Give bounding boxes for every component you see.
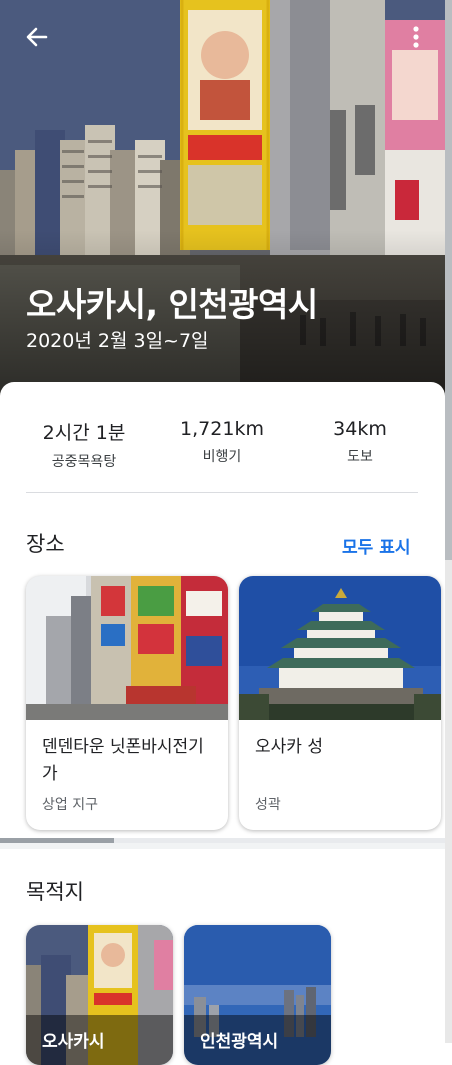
arrow-back-icon [26,27,48,47]
stat-value: 2시간 1분 [42,422,126,444]
more-vert-icon [413,26,419,48]
stat-value: 34km [333,418,387,440]
destination-name: 오사카시 [42,1032,105,1052]
trip-dates: 2020년 2월 3일~7일 [26,330,209,352]
stat-value: 1,721km [180,418,264,440]
destination-card[interactable]: 인천광역시 [184,925,331,1065]
section-separator [0,843,445,849]
page-scrollbar-thumb[interactable] [445,0,452,560]
stat-label: 비행기 [202,449,242,465]
place-card[interactable]: 오사카 성 성곽 [239,576,441,830]
place-name: 덴덴타운 닛폰바시전기가 [42,737,204,784]
place-category: 상업 지구 [42,797,98,813]
stat-flight: 1,721km 비행기 [148,418,296,466]
travel-stats: 2시간 1분 공중목욕탕 1,721km 비행기 34km 도보 [0,418,445,471]
stat-walking: 34km 도보 [286,418,434,466]
stats-divider [26,492,418,493]
destinations-section-title: 목적지 [26,880,84,904]
stat-label: 공중목욕탕 [51,454,117,470]
place-photo [239,576,441,720]
back-button[interactable] [20,20,54,54]
more-options-button[interactable] [404,20,428,54]
place-photo [26,576,228,720]
place-card[interactable]: 덴덴타운 닛폰바시전기가 상업 지구 [26,576,228,830]
den-den-town-photo [26,576,228,720]
place-name: 오사카 성 [255,737,323,757]
stat-bath: 2시간 1분 공중목욕탕 [10,418,158,471]
show-all-link[interactable]: 모두 표시 [342,533,410,558]
trip-title: 오사카시, 인천광역시 [26,285,318,324]
destination-name: 인천광역시 [200,1032,279,1052]
osaka-castle-photo [239,576,441,720]
stat-label: 도보 [347,449,373,465]
place-category: 성곽 [255,797,281,813]
destination-card[interactable]: 오사카시 [26,925,173,1065]
places-section-title: 장소 [26,532,65,556]
